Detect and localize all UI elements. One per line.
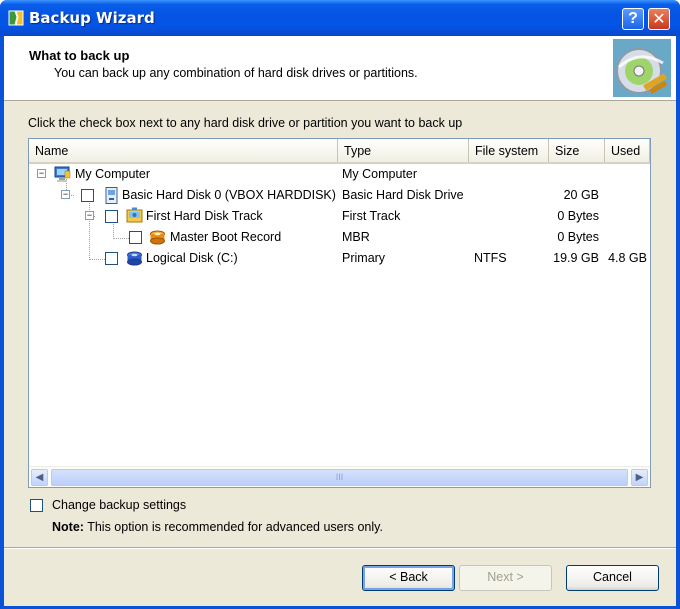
row-size: 19.9 GB	[553, 251, 599, 265]
mbr-icon	[150, 230, 165, 245]
column-type[interactable]: Type	[338, 139, 469, 162]
instruction-text: Click the check box next to any hard dis…	[28, 116, 463, 130]
collapse-toggle[interactable]: −	[85, 211, 94, 220]
row-type: My Computer	[342, 167, 418, 181]
row-file-system: NTFS	[474, 251, 507, 265]
row-size: 0 Bytes	[557, 230, 599, 244]
logical-disk-icon	[127, 251, 142, 266]
track-checkbox[interactable]	[105, 210, 118, 223]
app-icon	[8, 10, 24, 26]
note-text: Note: This option is recommended for adv…	[52, 520, 383, 534]
disk-checkbox[interactable]	[81, 189, 94, 202]
row-name: My Computer	[75, 167, 151, 181]
computer-icon	[54, 166, 71, 182]
help-button[interactable]: ?	[622, 8, 644, 30]
column-used[interactable]: Used	[605, 139, 650, 162]
row-type: Basic Hard Disk Drive	[342, 188, 464, 202]
hard-disk-icon	[105, 187, 118, 204]
scroll-left-button[interactable]: ◀	[31, 469, 48, 486]
mbr-checkbox[interactable]	[129, 231, 142, 244]
tree-row-hard-disk[interactable]: − Basic Hard Disk 0 (VBOX HARDDISK) Basi…	[29, 185, 650, 206]
row-name: Logical Disk (C:)	[146, 251, 238, 265]
row-name: First Hard Disk Track	[146, 209, 263, 223]
column-name[interactable]: Name	[29, 139, 338, 162]
disk-track-icon	[126, 207, 143, 223]
next-button[interactable]: Next >	[459, 565, 552, 591]
column-size[interactable]: Size	[549, 139, 605, 162]
change-settings-label[interactable]: Change backup settings	[52, 498, 186, 512]
tree-row-logical-disk[interactable]: Logical Disk (C:) Primary NTFS 19.9 GB 4…	[29, 248, 650, 269]
tree-row-my-computer[interactable]: − My Computer My Computer	[29, 164, 650, 185]
row-size: 0 Bytes	[557, 209, 599, 223]
scroll-thumb[interactable]: III	[51, 469, 628, 486]
logical-disk-checkbox[interactable]	[105, 252, 118, 265]
cancel-button[interactable]: Cancel	[566, 565, 659, 591]
close-button[interactable]: ✕	[648, 8, 670, 30]
column-file-system[interactable]: File system	[469, 139, 549, 162]
disk-tree-list[interactable]: Name Type File system Size Used − My Com…	[28, 138, 651, 488]
row-type: Primary	[342, 251, 386, 265]
row-type: First Track	[342, 209, 401, 223]
note-label: Note:	[52, 520, 84, 534]
collapse-toggle[interactable]: −	[61, 190, 70, 199]
collapse-toggle[interactable]: −	[37, 169, 46, 178]
row-name: Basic Hard Disk 0 (VBOX HARDDISK)	[122, 188, 336, 202]
back-button[interactable]: < Back	[362, 565, 455, 591]
page-subtitle: You can back up any combination of hard …	[54, 66, 418, 80]
tree-row-mbr[interactable]: Master Boot Record MBR 0 Bytes	[29, 227, 650, 248]
horizontal-scrollbar[interactable]: ◀ III ▶	[29, 466, 650, 487]
row-name: Master Boot Record	[170, 230, 282, 244]
footer-divider	[4, 547, 676, 549]
wizard-header: What to back up You can back up any comb…	[4, 36, 676, 101]
page-title: What to back up	[29, 48, 130, 63]
backup-wizard-window: Backup Wizard ? ✕ What to back up You ca…	[0, 0, 680, 609]
row-used: 4.8 GB	[608, 251, 647, 265]
note-body: This option is recommended for advanced …	[87, 520, 383, 534]
title-bar[interactable]: Backup Wizard ? ✕	[0, 0, 680, 36]
change-settings-checkbox[interactable]	[30, 499, 43, 512]
dialog-body: What to back up You can back up any comb…	[4, 36, 676, 606]
row-size: 20 GB	[563, 188, 599, 202]
list-header: Name Type File system Size Used	[29, 139, 650, 164]
backup-disk-icon	[613, 39, 671, 97]
scroll-right-button[interactable]: ▶	[631, 469, 648, 486]
window-title: Backup Wizard	[29, 9, 155, 27]
row-type: MBR	[342, 230, 370, 244]
tree-row-first-track[interactable]: − First Hard Disk Track First Track 0 By…	[29, 206, 650, 227]
